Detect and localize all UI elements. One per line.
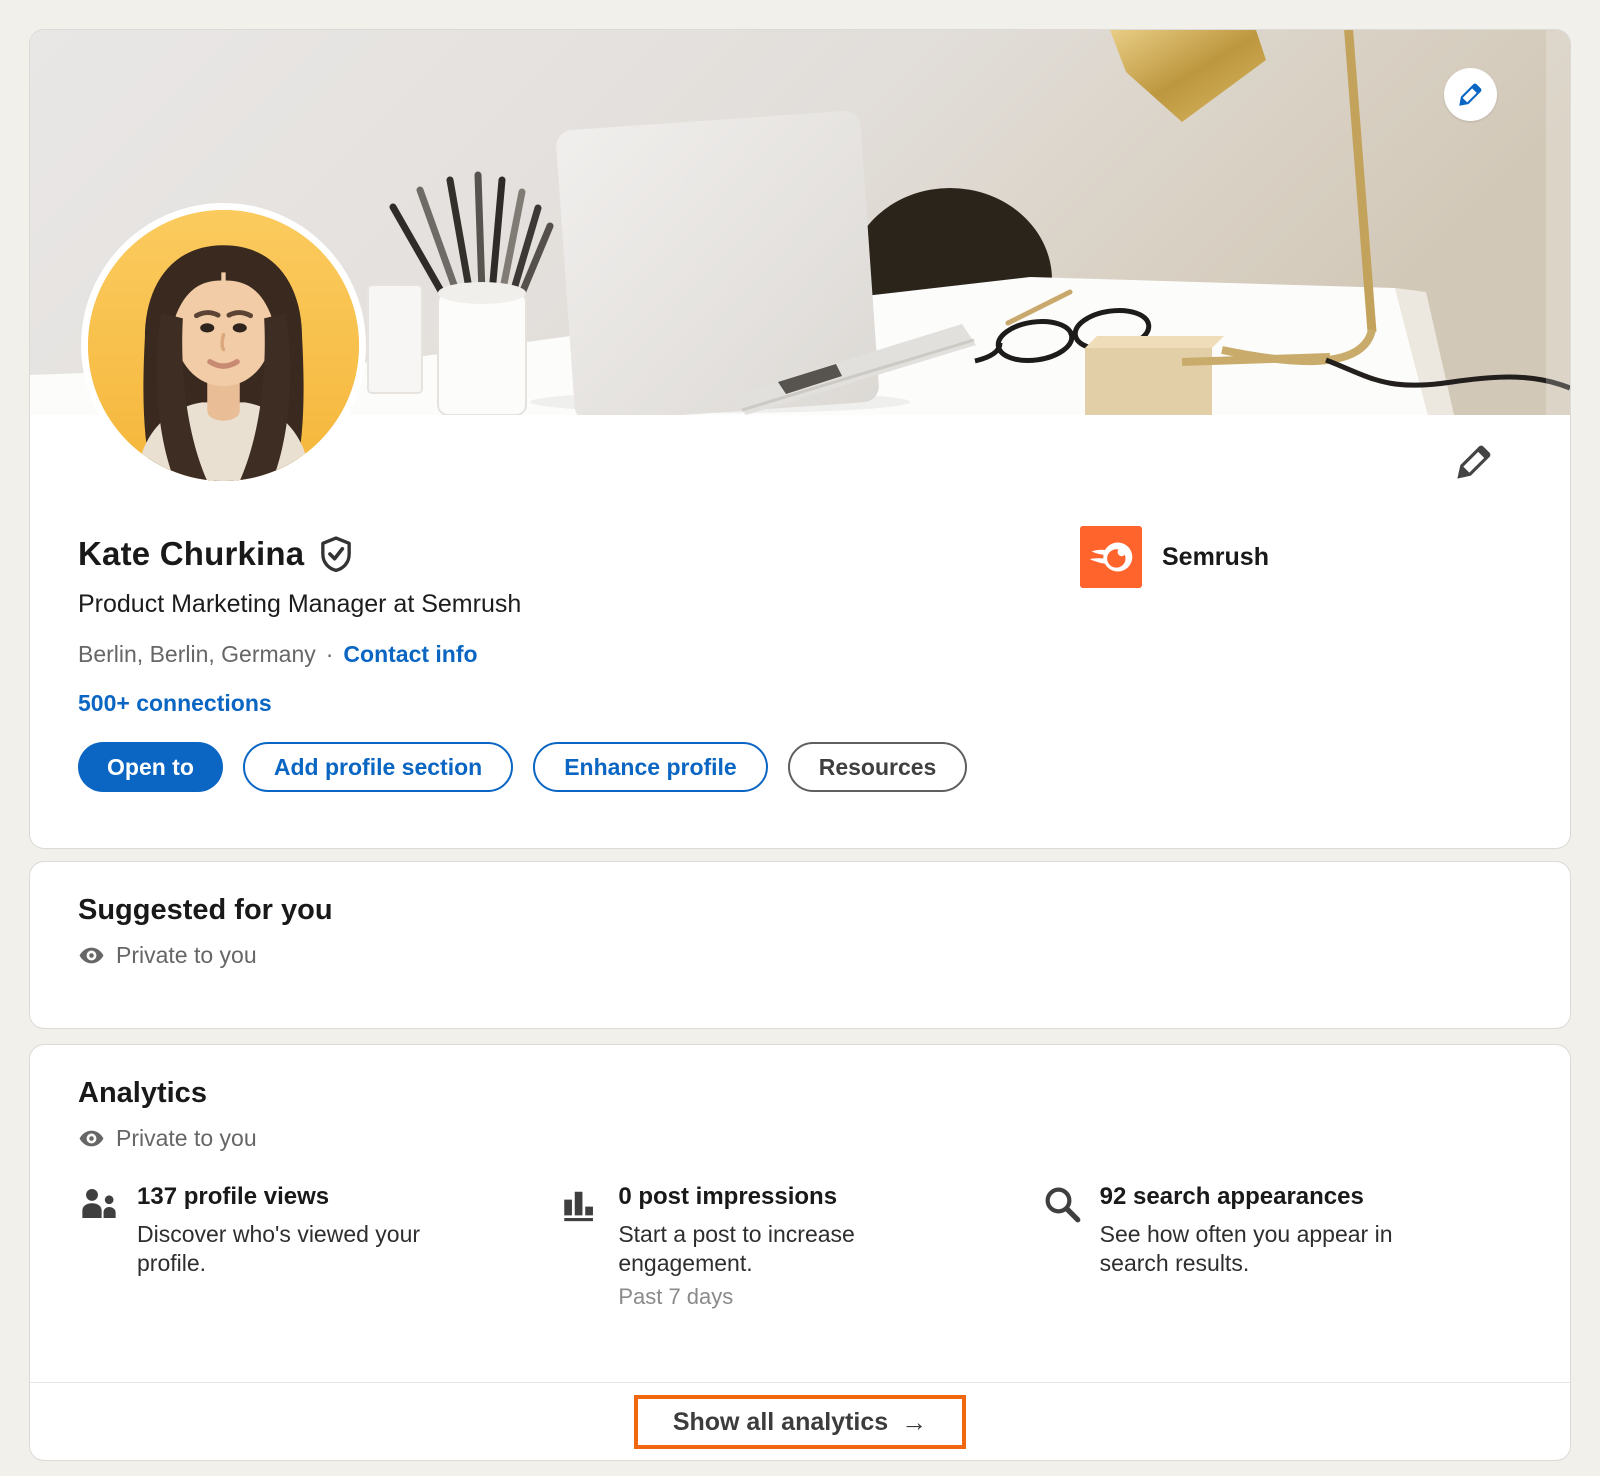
add-profile-section-button[interactable]: Add profile section: [243, 742, 513, 792]
stat-title: 137 profile views: [137, 1182, 482, 1212]
analytics-title: Analytics: [78, 1075, 1522, 1111]
pencil-icon: [1454, 442, 1494, 482]
profile-name: Kate Churkina: [78, 535, 304, 573]
profile-views-stat[interactable]: 137 profile views Discover who's viewed …: [78, 1182, 559, 1310]
current-company[interactable]: Semrush: [1080, 526, 1269, 588]
stat-description: Discover who's viewed your profile.: [137, 1220, 482, 1278]
eye-icon: [78, 1125, 105, 1152]
stat-note: Past 7 days: [618, 1284, 963, 1310]
arrow-right-icon: →: [901, 1405, 927, 1439]
suggested-title: Suggested for you: [78, 892, 1522, 928]
linkedin-profile-page: Kate Churkina Product Marketing Manager …: [0, 0, 1600, 1476]
edit-intro-button[interactable]: [1450, 438, 1498, 486]
profile-photo-illustration: [88, 210, 359, 481]
search-appearances-stat[interactable]: 92 search appearances See how often you …: [1041, 1182, 1522, 1310]
profile-intro-card: Kate Churkina Product Marketing Manager …: [30, 30, 1570, 848]
post-impressions-stat[interactable]: 0 post impressions Start a post to incre…: [559, 1182, 1040, 1310]
profile-action-buttons: Open to Add profile section Enhance prof…: [78, 742, 967, 792]
show-all-analytics-label: Show all analytics: [673, 1405, 888, 1439]
people-icon: [78, 1183, 120, 1225]
profile-location: Berlin, Berlin, Germany: [78, 641, 316, 667]
bar-chart-icon: [559, 1183, 601, 1225]
profile-headline: Product Marketing Manager at Semrush: [78, 589, 967, 619]
semrush-logo: [1080, 526, 1142, 588]
profile-photo[interactable]: [81, 203, 366, 488]
company-name: Semrush: [1162, 543, 1269, 572]
search-icon: [1041, 1183, 1083, 1225]
analytics-card: Analytics Private to you 137 profile vie…: [30, 1045, 1570, 1460]
connections-link[interactable]: 500+ connections: [78, 690, 272, 716]
edit-cover-photo-button[interactable]: [1444, 68, 1497, 121]
eye-icon: [78, 942, 105, 969]
stat-title: 92 search appearances: [1100, 1182, 1445, 1212]
verification-shield-icon[interactable]: [319, 536, 353, 572]
separator-dot: ·: [326, 641, 334, 667]
open-to-button[interactable]: Open to: [78, 742, 223, 792]
stat-title: 0 post impressions: [618, 1182, 963, 1212]
stat-description: See how often you appear in search resul…: [1100, 1220, 1445, 1278]
pencil-icon: [1457, 81, 1484, 108]
show-all-analytics-button[interactable]: Show all analytics →: [634, 1395, 966, 1449]
resources-button[interactable]: Resources: [788, 742, 968, 792]
enhance-profile-button[interactable]: Enhance profile: [533, 742, 768, 792]
analytics-privacy-label: Private to you: [116, 1125, 257, 1152]
contact-info-link[interactable]: Contact info: [343, 641, 477, 667]
stat-description: Start a post to increase engagement.: [618, 1220, 963, 1278]
suggested-privacy-label: Private to you: [116, 942, 257, 969]
analytics-stats: 137 profile views Discover who's viewed …: [78, 1182, 1522, 1310]
suggested-for-you-card: Suggested for you Private to you: [30, 862, 1570, 1028]
analytics-footer: Show all analytics →: [30, 1382, 1570, 1460]
profile-intro: Kate Churkina Product Marketing Manager …: [78, 535, 967, 792]
